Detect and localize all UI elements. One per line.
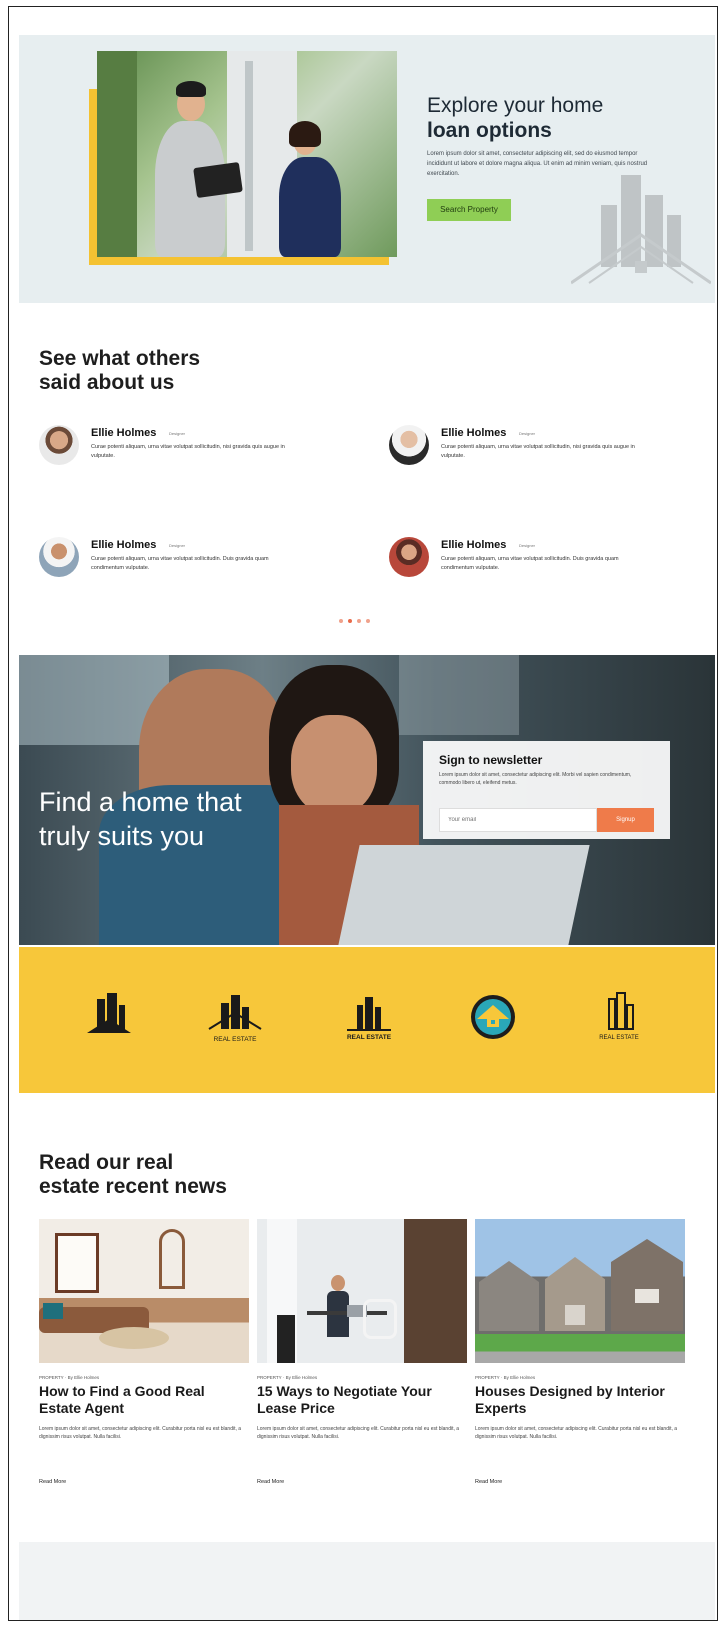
testimonial-text: Curae potenti aliquam, urna vitae volutp… [441, 444, 635, 459]
testimonial-text: Curae potenti aliquam, urna vitae volutp… [91, 556, 269, 571]
testimonial-text: Curae potenti aliquam, urna vitae volutp… [441, 556, 619, 571]
partner-logo[interactable] [457, 989, 529, 1049]
hero-photo [97, 51, 397, 257]
logo-wordmark: REAL ESTATE [214, 1036, 258, 1043]
blog-title[interactable]: How to Find a Good Real Estate Agent [39, 1383, 249, 1417]
newsletter-banner: Find a home that truly suits you Sign to… [19, 655, 715, 945]
blog-excerpt: Lorem ipsum dolor sit amet, consectetur … [257, 1426, 460, 1440]
building-logo-icon: REAL ESTATE [208, 995, 262, 1043]
news-heading: Read our real estate recent news [39, 1151, 227, 1198]
avatar [389, 537, 429, 577]
blog-image-living-room[interactable] [39, 1219, 249, 1363]
testimonial-role: Designer [169, 543, 186, 548]
newsletter-card: Sign to newsletter Lorem ipsum dolor sit… [423, 741, 670, 839]
carousel-dot-active[interactable] [348, 619, 352, 623]
read-more-link[interactable]: Read More [39, 1479, 66, 1485]
testimonial-name: Ellie Holmes [91, 539, 157, 551]
newsletter-text: Lorem ipsum dolor sit amet, consectetur … [439, 772, 632, 786]
building-logo-icon: REAL ESTATE [599, 992, 639, 1041]
partner-logo[interactable]: REAL ESTATE [333, 989, 405, 1049]
laptop [338, 845, 590, 945]
page-frame: Explore your home loan options Lorem ips… [8, 6, 718, 1621]
partner-logo[interactable] [73, 989, 145, 1049]
partner-logo[interactable]: REAL ESTATE [199, 989, 271, 1049]
blog-meta: PROPERTY · By Ellie Holmes [475, 1375, 536, 1380]
carousel-dots [339, 619, 370, 625]
blog-image-houses[interactable] [475, 1219, 685, 1363]
testimonials-heading: See what others said about us [39, 347, 201, 394]
hero-title: Explore your home loan options [427, 94, 604, 142]
blog-meta: PROPERTY · By Ellie Holmes [39, 1375, 100, 1380]
newsletter-title: Sign to newsletter [439, 753, 543, 767]
testimonial-role: Designer [519, 431, 536, 436]
house-circle-logo-icon [471, 995, 515, 1039]
signup-button[interactable]: Signup [597, 808, 654, 832]
blog-title[interactable]: 15 Ways to Negotiate Your Lease Price [257, 1383, 467, 1417]
avatar [389, 425, 429, 465]
blog-excerpt: Lorem ipsum dolor sit amet, consectetur … [39, 1426, 242, 1440]
blog-excerpt: Lorem ipsum dolor sit amet, consectetur … [475, 1426, 678, 1440]
building-logo-icon: REAL ESTATE [347, 997, 392, 1041]
blog-card: PROPERTY · By Ellie Holmes How to Find a… [39, 1219, 249, 1509]
blog-image-office[interactable] [257, 1219, 467, 1363]
testimonial-name: Ellie Holmes [441, 539, 507, 551]
blog-title[interactable]: Houses Designed by Interior Experts [475, 1383, 685, 1417]
logo-wordmark: REAL ESTATE [347, 1034, 392, 1041]
carousel-dot[interactable] [366, 619, 370, 623]
read-more-link[interactable]: Read More [475, 1479, 502, 1485]
testimonial-text: Curae potenti aliquam, urna vitae volutp… [91, 444, 285, 459]
testimonial-role: Designer [169, 431, 186, 436]
testimonial-card: Ellie Holmes Designer Curae potenti aliq… [389, 425, 659, 475]
carousel-dot[interactable] [357, 619, 361, 623]
avatar [39, 425, 79, 465]
search-property-button[interactable]: Search Property [427, 199, 511, 221]
building-logo-icon [87, 993, 131, 1033]
avatar [39, 537, 79, 577]
testimonial-card: Ellie Holmes Designer Curae potenti aliq… [39, 425, 309, 475]
testimonial-card: Ellie Holmes Designer Curae potenti aliq… [389, 537, 659, 587]
partner-logo[interactable]: REAL ESTATE [583, 989, 655, 1049]
blog-card: PROPERTY · By Ellie Holmes Houses Design… [475, 1219, 685, 1509]
carousel-dot[interactable] [339, 619, 343, 623]
testimonial-name: Ellie Holmes [441, 427, 507, 439]
logo-wordmark: REAL ESTATE [599, 1035, 639, 1041]
couple-photo-woman-face [291, 715, 377, 815]
hero-section: Explore your home loan options Lorem ips… [19, 35, 715, 303]
partner-logos-strip: REAL ESTATE REAL ESTATE REAL ESTATE [19, 947, 715, 1093]
banner-title: Find a home that truly suits you [39, 787, 242, 851]
blog-card: PROPERTY · By Ellie Holmes 15 Ways to Ne… [257, 1219, 467, 1509]
testimonial-card: Ellie Holmes Designer Curae potenti aliq… [39, 537, 309, 587]
email-input[interactable] [439, 808, 597, 832]
blog-meta: PROPERTY · By Ellie Holmes [257, 1375, 318, 1380]
read-more-link[interactable]: Read More [257, 1479, 284, 1485]
footer-strip [19, 1542, 715, 1620]
testimonial-name: Ellie Holmes [91, 427, 157, 439]
city-buildings-icon [571, 175, 711, 285]
testimonial-role: Designer [519, 543, 536, 548]
